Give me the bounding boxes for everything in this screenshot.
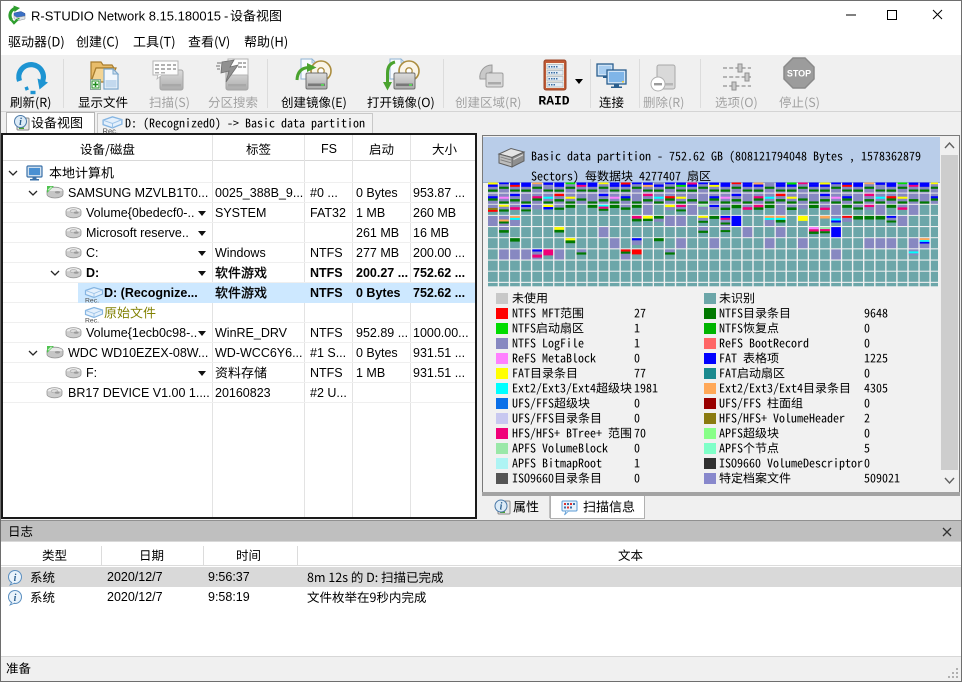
svg-text:i: i (14, 593, 17, 604)
svg-text:i: i (14, 573, 17, 584)
svg-text:i: i (500, 502, 503, 513)
